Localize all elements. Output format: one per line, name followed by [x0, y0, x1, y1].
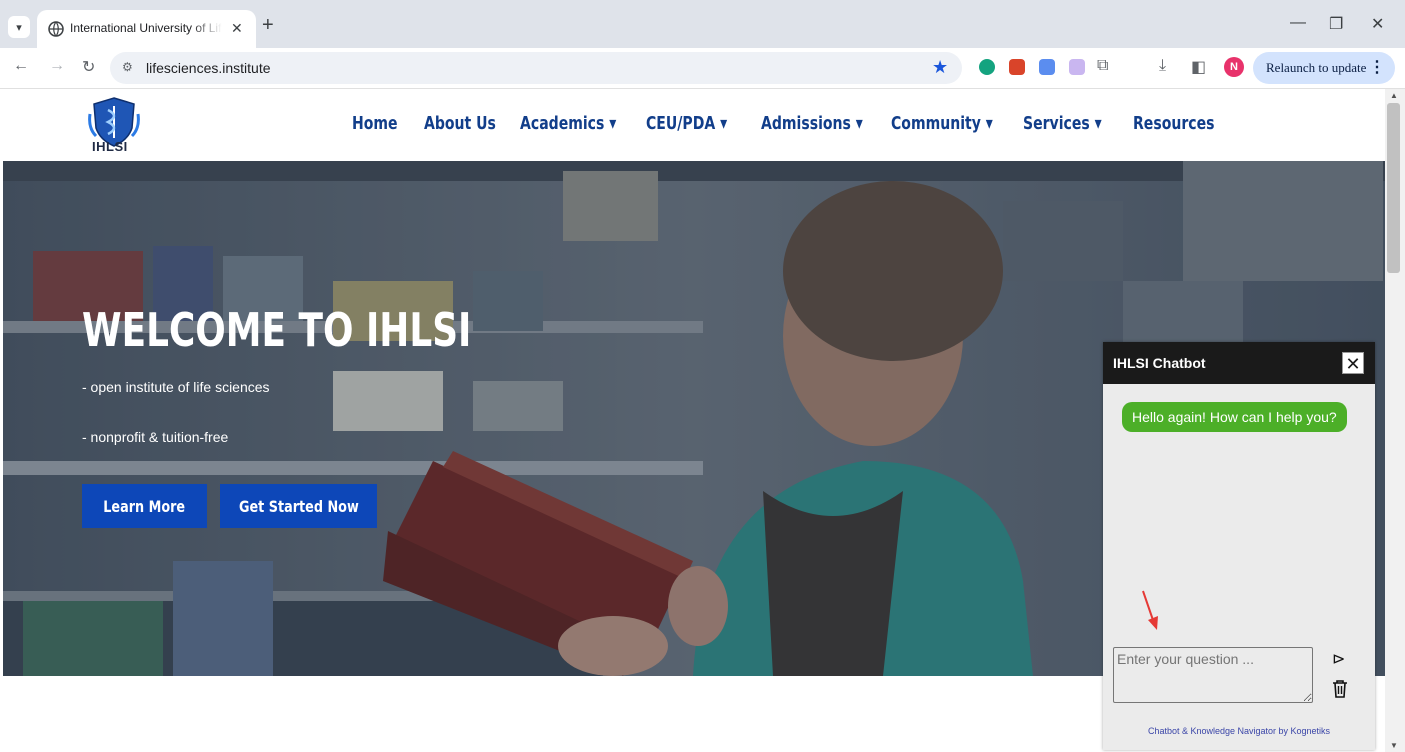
get-started-label: Get Started Now — [238, 496, 359, 516]
nav-academics[interactable]: Academics ▾ — [520, 113, 616, 134]
chatbot-panel: IHLSI Chatbot ✕ Hello again! How can I h… — [1103, 342, 1375, 750]
reload-icon[interactable]: ↻ — [82, 57, 95, 77]
grammarly-extension-icon[interactable] — [979, 59, 995, 75]
side-panel-icon[interactable]: ◧ — [1191, 57, 1206, 77]
chatbot-title: IHLSI Chatbot — [1113, 355, 1206, 371]
logo-text: IHLSI — [92, 139, 128, 154]
minimize-button[interactable]: — — [1290, 14, 1306, 32]
tab-close-icon[interactable]: ✕ — [231, 20, 243, 37]
browser-tab-bar: ▾ International University of Lif ✕ + — … — [0, 0, 1405, 48]
browser-tab[interactable]: International University of Lif ✕ — [37, 10, 256, 48]
tab-search-chevron-icon[interactable]: ▾ — [8, 16, 30, 38]
close-window-button[interactable]: ✕ — [1371, 14, 1384, 34]
get-started-button[interactable]: Get Started Now — [220, 484, 377, 528]
bookmark-star-icon[interactable]: ★ — [932, 57, 948, 78]
back-arrow-icon[interactable]: ← — [13, 57, 29, 75]
relaunch-label: Relaunch to update — [1266, 60, 1367, 75]
hero-title: WELCOME TO IHLSI — [82, 303, 472, 357]
chatbot-greeting-message: Hello again! How can I help you? — [1122, 402, 1347, 432]
nav-home[interactable]: Home — [352, 113, 398, 134]
more-menu-icon[interactable]: ⋮ — [1369, 57, 1385, 77]
hero-tagline-1: - open institute of life sciences — [82, 379, 270, 395]
nav-about-us[interactable]: About Us — [424, 113, 496, 134]
download-icon[interactable]: ⤓ — [1159, 57, 1166, 75]
scroll-up-arrow-icon[interactable]: ▲ — [1390, 91, 1398, 100]
globe-icon — [48, 21, 64, 37]
nav-admissions[interactable]: Admissions ▾ — [761, 113, 863, 134]
learn-more-button[interactable]: Learn More — [82, 484, 207, 528]
send-icon[interactable]: ⊳ — [1332, 649, 1345, 669]
extensions-puzzle-icon[interactable]: ⧉ — [1097, 57, 1108, 75]
chatbot-header: IHLSI Chatbot ✕ — [1103, 342, 1375, 384]
scroll-down-arrow-icon[interactable]: ▼ — [1390, 741, 1398, 750]
mail-extension-icon[interactable] — [1069, 59, 1085, 75]
chatbot-footer-credit[interactable]: Chatbot & Knowledge Navigator by Kogneti… — [1103, 726, 1375, 736]
browser-toolbar: ← → ↻ ⚙ lifesciences.institute ★ ⧉ ⤓ ◧ N… — [0, 48, 1405, 89]
chatbot-close-button[interactable]: ✕ — [1342, 352, 1364, 374]
hero-tagline-2: - nonprofit & tuition-free — [82, 429, 229, 445]
restore-button[interactable]: ❐ — [1329, 14, 1343, 34]
megaphone-extension-icon[interactable] — [1009, 59, 1025, 75]
new-tab-button[interactable]: + — [262, 14, 274, 37]
url-text[interactable]: lifesciences.institute — [146, 60, 271, 76]
red-annotation-arrow-icon — [1142, 590, 1158, 630]
chatbot-question-input[interactable] — [1113, 647, 1313, 703]
nav-community[interactable]: Community ▾ — [891, 113, 993, 134]
profile-avatar[interactable]: N — [1224, 57, 1244, 77]
nav-ceu-pda[interactable]: CEU/PDA ▾ — [646, 113, 727, 134]
address-bar[interactable]: ⚙ lifesciences.institute ★ — [110, 52, 962, 84]
nav-services[interactable]: Services ▾ — [1023, 113, 1102, 134]
nav-resources[interactable]: Resources — [1133, 113, 1214, 134]
scroll-thumb[interactable] — [1387, 103, 1400, 273]
forward-arrow-icon[interactable]: → — [49, 57, 65, 75]
site-info-icon[interactable]: ⚙ — [122, 60, 133, 74]
learn-more-label: Learn More — [103, 496, 186, 516]
page-scrollbar[interactable]: ▲ ▼ — [1385, 89, 1405, 752]
relaunch-to-update-button[interactable]: Relaunch to update ⋮ — [1253, 52, 1395, 84]
trash-icon[interactable] — [1332, 680, 1348, 698]
site-header: IHLSI Home About Us Academics ▾ CEU/PDA … — [0, 89, 1385, 161]
translate-extension-icon[interactable] — [1039, 59, 1055, 75]
tab-title: International University of Lif — [70, 21, 222, 35]
